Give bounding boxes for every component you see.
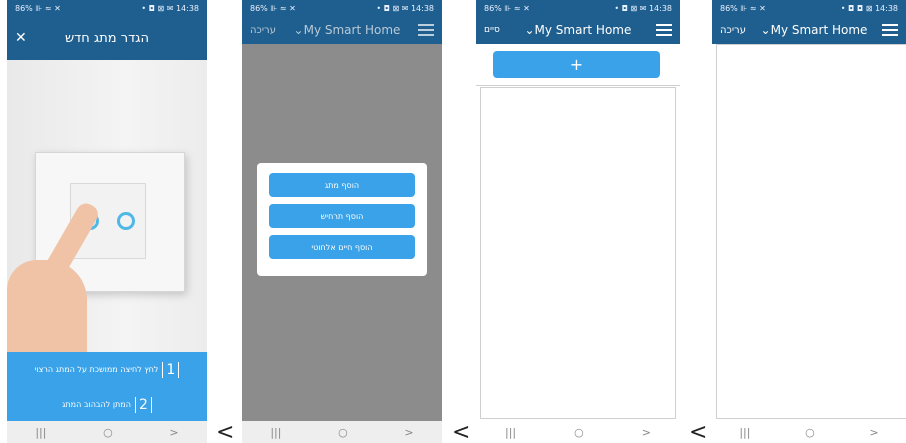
status-bar: 86% ⊪ ≈ ✕ • ◘ ◘ ⊠ 14:38 [712, 0, 906, 18]
add-menu-dialog: הוסף מתג הוסף תרחיש הוסף חיים אלחוטי [257, 163, 427, 276]
status-left: 86% ⊪ ≈ ✕ [484, 4, 530, 13]
add-area: + [476, 44, 680, 86]
app-bar: עריכה ⌄My Smart Home [712, 18, 906, 42]
android-nav-bar: ||| ○ > [242, 421, 442, 443]
screenshot-strip: 86% ⊪ ≈ ✕ • ◘ ⊠ ✉ 14:38 ✕ הגדר מתג חדש ל… [0, 0, 906, 443]
step-2-text: המתן להבהוב המתג [62, 400, 131, 409]
menu-icon[interactable] [655, 21, 672, 39]
back-button[interactable]: > [404, 426, 413, 439]
home-button[interactable]: ○ [103, 426, 113, 439]
header-bar: 86% ⊪ ≈ ✕ • ◘ ⊠ ✉ 14:38 עריכה ⌄My Smart … [242, 0, 442, 44]
back-button[interactable]: > [869, 426, 878, 439]
recents-button[interactable]: ||| [505, 426, 516, 439]
status-left: 86% ⊪ ≈ ✕ [720, 4, 766, 13]
hand-illustration [7, 260, 87, 352]
home-button[interactable]: ○ [574, 426, 584, 439]
phone-screen-edit-mode: 86% ⊪ ≈ ✕ • ◘ ⊠ ✉ 14:38 סיים ⌄My Smart H… [476, 0, 680, 443]
recents-button[interactable]: ||| [35, 426, 46, 439]
back-button[interactable]: > [169, 426, 178, 439]
phone-screen-add-menu: 86% ⊪ ≈ ✕ • ◘ ⊠ ✉ 14:38 עריכה ⌄My Smart … [242, 0, 442, 443]
status-left: 86% ⊪ ≈ ✕ [250, 4, 296, 13]
sequence-arrow: < [689, 420, 708, 443]
add-wireless-button[interactable]: הוסף חיים אלחוטי [269, 235, 415, 259]
step-1: לחץ לחיצה ממושכת על המתג הרצוי 1 [7, 352, 207, 387]
app-bar: עריכה ⌄My Smart Home [242, 18, 442, 42]
home-selector[interactable]: ⌄My Smart Home [761, 23, 868, 37]
close-icon[interactable]: ✕ [15, 30, 27, 46]
step-2-number: 2 [134, 396, 152, 413]
header-bar: 86% ⊪ ≈ ✕ • ◘ ⊠ ✉ 14:38 סיים ⌄My Smart H… [476, 0, 680, 44]
home-selector[interactable]: ⌄My Smart Home [524, 23, 631, 37]
step-1-text: לחץ לחיצה ממושכת על המתג הרצוי [34, 365, 159, 374]
android-nav-bar: ||| ○ > [712, 421, 906, 443]
menu-icon[interactable] [881, 21, 898, 39]
header-bar: 86% ⊪ ≈ ✕ • ◘ ◘ ⊠ 14:38 עריכה ⌄My Smart … [712, 0, 906, 44]
switch-ring-right [117, 212, 135, 230]
home-title: My Smart Home [534, 23, 632, 37]
done-button[interactable]: סיים [484, 25, 500, 35]
status-right: • ◘ ⊠ ✉ 14:38 [376, 4, 434, 13]
phone-screen-empty-home: 86% ⊪ ≈ ✕ • ◘ ◘ ⊠ 14:38 עריכה ⌄My Smart … [712, 0, 906, 443]
android-nav-bar: ||| ○ > [7, 421, 207, 443]
status-right: • ◘ ⊠ ✉ 14:38 [614, 4, 672, 13]
sequence-arrow: < [452, 420, 471, 443]
step-1-number: 1 [162, 361, 180, 378]
home-title: My Smart Home [770, 23, 868, 37]
status-bar: 86% ⊪ ≈ ✕ • ◘ ⊠ ✉ 14:38 [242, 0, 442, 18]
app-bar: סיים ⌄My Smart Home [476, 18, 680, 42]
status-right: • ◘ ◘ ⊠ 14:38 [840, 4, 898, 13]
home-title: My Smart Home [303, 23, 401, 37]
add-scene-button[interactable]: הוסף תרחיש [269, 204, 415, 228]
recents-button[interactable]: ||| [739, 426, 750, 439]
android-nav-bar: ||| ○ > [476, 421, 680, 443]
home-selector[interactable]: ⌄My Smart Home [294, 23, 401, 37]
phone-screen-setup-switch: 86% ⊪ ≈ ✕ • ◘ ⊠ ✉ 14:38 ✕ הגדר מתג חדש ל… [7, 0, 207, 443]
header-bar: 86% ⊪ ≈ ✕ • ◘ ⊠ ✉ 14:38 ✕ הגדר מתג חדש [7, 0, 207, 60]
content-area [480, 87, 676, 419]
edit-button[interactable]: עריכה [720, 25, 746, 36]
sequence-arrow: < [216, 420, 235, 443]
app-bar: ✕ הגדר מתג חדש [7, 18, 207, 58]
recents-button[interactable]: ||| [270, 426, 281, 439]
add-item-button[interactable]: + [493, 51, 660, 78]
menu-icon[interactable] [417, 21, 434, 39]
back-button[interactable]: > [642, 426, 651, 439]
add-switch-button[interactable]: הוסף מתג [269, 173, 415, 197]
status-right: • ◘ ⊠ ✉ 14:38 [141, 4, 199, 13]
content-area [716, 44, 906, 419]
home-button[interactable]: ○ [805, 426, 815, 439]
status-bar: 86% ⊪ ≈ ✕ • ◘ ⊠ ✉ 14:38 [7, 0, 207, 18]
status-left: 86% ⊪ ≈ ✕ [15, 4, 61, 13]
step-2: המתן להבהוב המתג 2 [7, 387, 207, 422]
status-bar: 86% ⊪ ≈ ✕ • ◘ ⊠ ✉ 14:38 [476, 0, 680, 18]
home-button[interactable]: ○ [338, 426, 348, 439]
page-title: הגדר מתג חדש [64, 30, 150, 46]
instructions-panel: לחץ לחיצה ממושכת על המתג הרצוי 1 המתן לה… [7, 352, 207, 422]
edit-button[interactable]: עריכה [250, 25, 276, 36]
switch-illustration [7, 60, 207, 352]
